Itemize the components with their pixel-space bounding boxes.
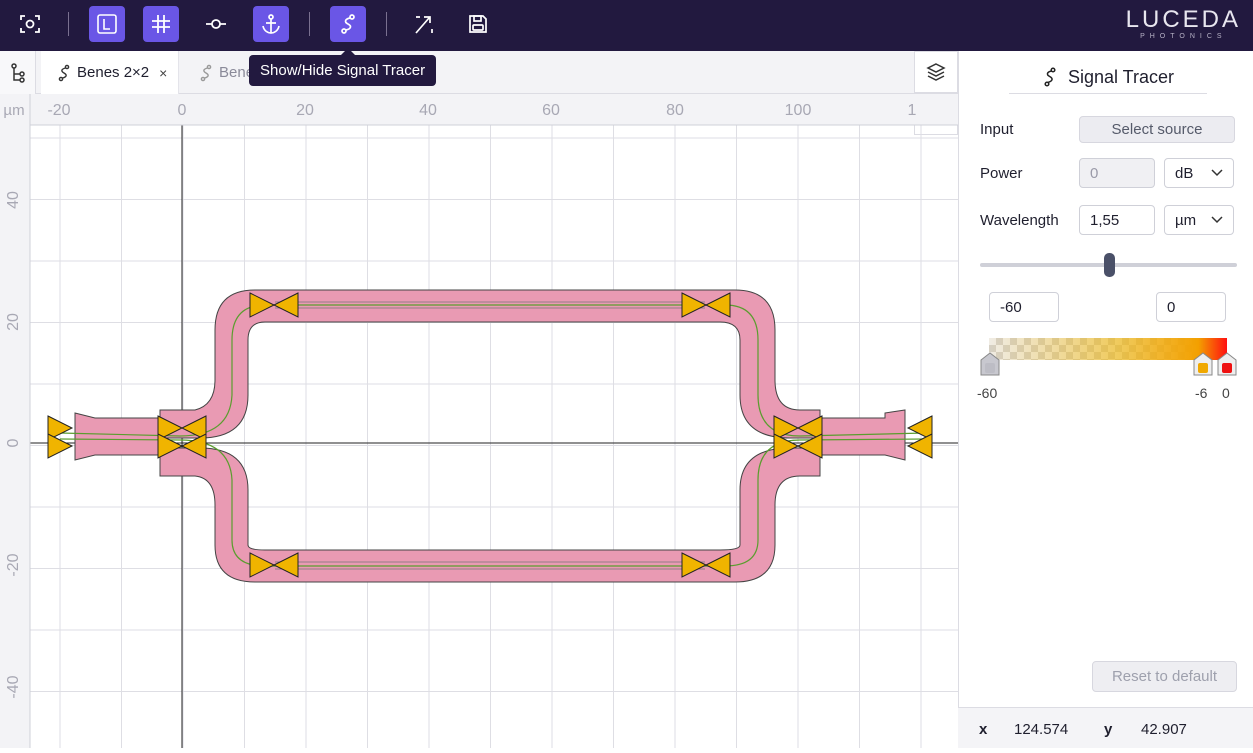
anchor-icon[interactable]	[253, 6, 289, 42]
y-tick-label: 40	[5, 191, 22, 209]
range-max-input[interactable]: 0	[1156, 292, 1226, 322]
y-tick-label: -40	[5, 675, 22, 698]
y-tick-label: 0	[5, 438, 22, 447]
x-tick-label: 100	[785, 102, 812, 119]
fit-view-icon[interactable]	[12, 6, 48, 42]
layout-icon[interactable]	[89, 6, 125, 42]
scale-label-min: -60	[977, 385, 998, 401]
x-tick-label: 20	[296, 102, 314, 119]
tooltip-signal-tracer: Show/Hide Signal Tracer	[249, 48, 437, 86]
x-tick-label: 0	[178, 102, 187, 119]
waveguide-core	[59, 301, 926, 570]
status-bar: x 124.574 y 42.907	[958, 707, 1253, 748]
layout-view[interactable]: -20 0 20 40 60 80 100 1 40 20 0 -20 -40 µm	[0, 94, 958, 748]
chevron-down-icon	[1211, 216, 1223, 224]
power-input[interactable]: 0	[1079, 158, 1155, 188]
x-coord-label: x	[979, 721, 988, 738]
scale-label-mid: -6	[1195, 385, 1208, 401]
close-tab-icon[interactable]: ×	[159, 65, 167, 81]
wavelength-label: Wavelength	[980, 212, 1059, 229]
save-icon[interactable]	[460, 6, 496, 42]
reset-to-default-button[interactable]: Reset to default	[1092, 661, 1237, 692]
y-coord-value: 42.907	[1141, 721, 1187, 738]
unit-label: µm	[3, 102, 24, 119]
x-coord-value: 124.574	[1014, 721, 1069, 738]
layout-canvas[interactable]: -20 0 20 40 60 80 100 1 40 20 0 -20 -40 µm	[0, 94, 958, 748]
scale-handle-min[interactable]	[979, 351, 1001, 379]
y-coord-label: y	[1104, 721, 1113, 738]
x-tick-label: -20	[47, 102, 70, 119]
wavelength-input[interactable]: 1,55	[1079, 205, 1155, 235]
chevron-down-icon	[1211, 169, 1223, 177]
grid-icon[interactable]	[143, 6, 179, 42]
top-toolbar: LUCEDA PHOTONICS	[0, 0, 1253, 51]
x-tick-label: 80	[666, 102, 684, 119]
tab-benes-2x2[interactable]: Benes 2×2 ×	[41, 51, 179, 94]
signal-tracer-icon	[1044, 67, 1056, 87]
wavelength-slider-thumb[interactable]	[1103, 253, 1115, 277]
signal-tracer-icon[interactable]	[330, 6, 366, 42]
scale-handle-mid[interactable]	[1192, 351, 1214, 379]
tracer-tab-icon	[200, 64, 212, 81]
range-min-input[interactable]: -60	[989, 292, 1059, 322]
power-label: Power	[980, 165, 1023, 182]
select-source-button[interactable]: Select source	[1079, 116, 1235, 143]
tracer-tab-icon	[58, 64, 70, 81]
panel-title: Signal Tracer	[1009, 61, 1207, 94]
x-tick-label: 60	[542, 102, 560, 119]
luceda-logo: LUCEDA PHOTONICS	[1125, 6, 1241, 41]
y-tick-label: 20	[5, 313, 22, 331]
x-tick-label: 1	[908, 102, 917, 119]
route-icon[interactable]	[406, 6, 442, 42]
power-unit-select[interactable]: dB	[1164, 158, 1234, 188]
input-label: Input	[980, 121, 1014, 138]
top-ruler	[0, 94, 958, 125]
scale-label-max: 0	[1222, 385, 1230, 401]
scale-handle-max[interactable]	[1216, 351, 1238, 379]
x-tick-label: 40	[419, 102, 437, 119]
tab-label: Benes 2×2	[77, 64, 150, 81]
wavelength-unit-select[interactable]: µm	[1164, 205, 1234, 235]
port-icon[interactable]	[198, 6, 234, 42]
signal-tracer-panel: Signal Tracer Input Select source Power …	[958, 51, 1253, 748]
y-tick-label: -20	[5, 553, 22, 576]
hierarchy-icon[interactable]	[0, 51, 36, 94]
layers-icon[interactable]	[914, 51, 958, 93]
